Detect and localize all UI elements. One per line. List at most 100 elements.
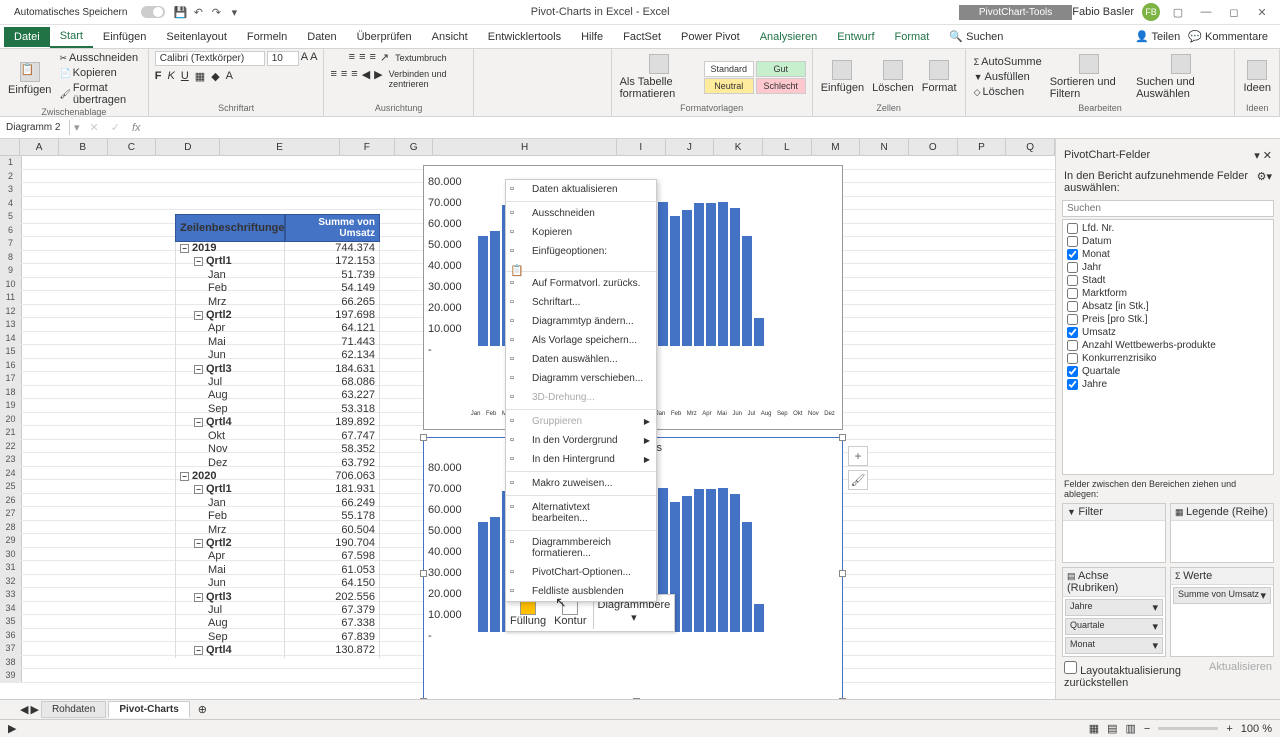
filter-area[interactable]: ▼ Filter [1062,503,1166,563]
tab-search[interactable]: 🔍 Suchen [939,26,1013,47]
col-header[interactable]: K [714,139,763,155]
pivot-table[interactable]: Zeilenbeschriftungen▾ Summe von Umsatz −… [175,214,380,658]
col-header[interactable]: B [59,139,108,155]
col-header[interactable]: I [617,139,666,155]
clear-button[interactable]: ◇ Löschen [972,85,1044,99]
row-header[interactable]: 4 [0,197,22,210]
align-bot-icon[interactable]: ≡ [369,51,375,64]
align-mid-icon[interactable]: ≡ [359,51,365,64]
row-header[interactable]: 33 [0,588,22,601]
wrap-text-button[interactable]: Textumbruch [393,51,449,64]
col-header[interactable]: O [909,139,958,155]
row-header[interactable]: 23 [0,453,22,466]
row-header[interactable]: 22 [0,440,22,453]
new-sheet-button[interactable]: ⊕ [192,703,213,716]
macro-record-icon[interactable]: ▶ [8,722,16,735]
maximize-icon[interactable]: ◻ [1224,2,1244,22]
namebox-dropdown-icon[interactable]: ▾ [70,121,84,134]
field-item[interactable]: Stadt [1065,274,1271,287]
chart-bar[interactable] [742,522,752,633]
row-header[interactable]: 16 [0,359,22,372]
field-item[interactable]: Monat [1065,248,1271,261]
chart-bar[interactable] [730,208,740,346]
row-header[interactable]: 3 [0,183,22,196]
field-item[interactable]: Jahr [1065,261,1271,274]
context-menu-item[interactable]: ▫Schriftart... [506,293,656,312]
ribbon-options-icon[interactable]: ▢ [1168,2,1188,22]
save-icon[interactable]: 💾 [173,5,187,19]
chart-bar[interactable] [478,522,488,632]
enter-formula-icon[interactable]: ✓ [105,121,126,134]
defer-checkbox[interactable]: Layoutaktualisierung zurückstellen [1064,661,1209,689]
orientation-icon[interactable]: ↗ [380,51,389,64]
tab-factset[interactable]: FactSet [613,27,671,47]
ideas-button[interactable]: Ideen [1241,58,1273,96]
sheet-nav-next-icon[interactable]: ▶ [30,703,38,716]
field-item[interactable]: Anzahl Wettbewerbs-produkte [1065,339,1271,352]
chart-bar[interactable] [682,496,692,632]
style-good[interactable]: Gut [756,61,806,77]
chart-bar[interactable] [706,489,716,632]
collapse-icon[interactable]: − [194,365,203,374]
chart-bar[interactable] [694,489,704,632]
context-menu-item[interactable]: ▫Einfügeoptionen: [506,242,656,261]
field-search-input[interactable] [1062,200,1274,217]
collapse-icon[interactable]: − [194,593,203,602]
row-header[interactable]: 34 [0,602,22,615]
row-header[interactable]: 5 [0,210,22,223]
context-menu-item[interactable]: ▫Alternativtext bearbeiten... [506,498,656,528]
chart-styles-button[interactable]: 🖌 [848,470,868,490]
row-header[interactable]: 6 [0,224,22,237]
zoom-out-icon[interactable]: − [1144,723,1150,735]
axis-field[interactable]: Quartale▾ [1065,618,1163,635]
user-avatar[interactable]: FB [1142,3,1160,21]
view-pagelayout-icon[interactable]: ▤ [1107,722,1117,735]
chart-bar[interactable] [490,517,500,632]
row-header[interactable]: 19 [0,399,22,412]
row-header[interactable]: 21 [0,426,22,439]
tab-dev[interactable]: Entwicklertools [478,27,571,47]
gear-icon[interactable]: ⚙▾ [1257,170,1272,194]
zoom-slider[interactable] [1158,727,1218,730]
collapse-icon[interactable]: − [194,539,203,548]
chart-bar[interactable] [694,203,704,346]
row-header[interactable]: 37 [0,642,22,655]
pane-close-icon[interactable]: ✕ [1263,150,1272,162]
row-header[interactable]: 11 [0,291,22,304]
chart-bar[interactable] [706,203,716,346]
fx-icon[interactable]: fx [126,122,147,134]
context-menu-item[interactable]: ▫Ausschneiden [506,204,656,223]
name-box[interactable]: Diagramm 2 [0,120,70,135]
tab-help[interactable]: Hilfe [571,27,613,47]
indent-inc-icon[interactable]: ▶ [374,68,382,90]
row-header[interactable]: 28 [0,521,22,534]
pane-options-icon[interactable]: ▾ [1254,150,1260,162]
axis-area[interactable]: ▤ Achse (Rubriken)Jahre▾Quartale▾Monat▾ [1062,567,1166,657]
context-menu-item[interactable]: ▫Als Vorlage speichern... [506,331,656,350]
italic-button[interactable]: K [167,70,174,83]
tab-formulas[interactable]: Formeln [237,27,297,47]
comments-button[interactable]: 💬 Kommentare [1188,30,1268,43]
update-button[interactable]: Aktualisieren [1209,661,1272,689]
view-normal-icon[interactable]: ▦ [1089,722,1099,735]
zoom-in-icon[interactable]: + [1226,723,1232,735]
merge-button[interactable]: Verbinden und zentrieren [387,68,467,90]
view-pagebreak-icon[interactable]: ▥ [1126,722,1136,735]
font-color-button[interactable]: A [226,70,233,83]
col-header[interactable]: J [666,139,715,155]
col-header[interactable]: C [108,139,157,155]
copy-button[interactable]: 📄 Kopieren [57,66,141,80]
chart-bar[interactable] [490,231,500,346]
field-item[interactable]: Absatz [in Stk.] [1065,300,1271,313]
tab-start[interactable]: Start [50,26,93,48]
indent-dec-icon[interactable]: ◀ [362,68,370,90]
chart-bar[interactable] [742,236,752,347]
context-menu-item[interactable]: ▫Makro zuweisen... [506,474,656,493]
font-size-select[interactable] [267,51,299,66]
undo-icon[interactable]: ↶ [191,5,205,19]
col-header[interactable]: Q [1006,139,1055,155]
row-header[interactable]: 31 [0,561,22,574]
field-item[interactable]: Marktform [1065,287,1271,300]
autosave-toggle[interactable] [141,6,165,18]
row-header[interactable]: 7 [0,237,22,250]
